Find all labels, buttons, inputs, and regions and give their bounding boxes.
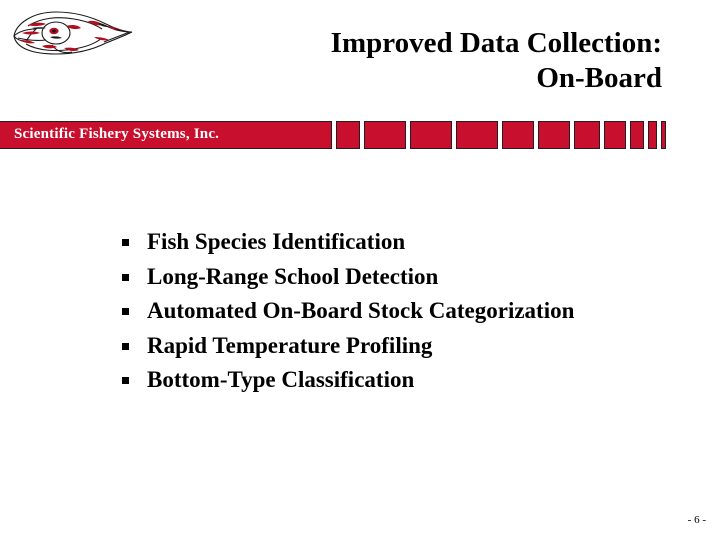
banner-segment	[574, 121, 600, 149]
banner-segment	[630, 121, 644, 149]
list-item: Fish Species Identification	[122, 226, 682, 261]
bullet-item-label: Long-Range School Detection	[147, 263, 439, 289]
banner-segment	[364, 121, 406, 149]
bullet-item-label: Bottom-Type Classification	[147, 367, 415, 393]
list-item: Automated On-Board Stock Categorization	[122, 295, 682, 330]
banner-segment	[456, 121, 498, 149]
slide-title: Improved Data Collection: On-Board	[210, 26, 662, 96]
feature-bullet-list: Fish Species Identification Long-Range Sc…	[122, 226, 682, 399]
banner-segment	[538, 121, 570, 149]
list-item: Rapid Temperature Profiling	[122, 330, 682, 365]
banner-segment	[502, 121, 534, 149]
page-number: - 6 -	[687, 514, 706, 526]
bullet-square-icon	[122, 308, 129, 316]
slide-title-line-2: On-Board	[536, 62, 662, 94]
banner-segment	[661, 121, 666, 149]
list-item: Long-Range School Detection	[122, 261, 682, 296]
bullet-square-icon	[122, 273, 129, 281]
bullet-item-label: Rapid Temperature Profiling	[147, 332, 433, 358]
bullet-item-label: Automated On-Board Stock Categorization	[147, 298, 575, 324]
slide-title-line-1: Improved Data Collection:	[330, 27, 662, 59]
scientific-fishery-systems-salmon-logo	[6, 4, 138, 60]
banner-segment	[336, 121, 360, 149]
bullet-square-icon	[122, 239, 129, 246]
banner-segment	[648, 121, 657, 149]
banner-segment	[604, 121, 626, 149]
bullet-square-icon	[122, 377, 129, 385]
bullet-item-label: Fish Species Identification	[147, 229, 406, 254]
presentation-slide: Improved Data Collection: On-Board Scien…	[0, 0, 720, 540]
company-name: Scientific Fishery Systems, Inc.	[14, 126, 220, 142]
salmon-logo-graphic	[13, 11, 133, 55]
list-item: Bottom-Type Classification	[122, 364, 682, 399]
bullet-square-icon	[122, 342, 129, 350]
banner-segment	[410, 121, 452, 149]
